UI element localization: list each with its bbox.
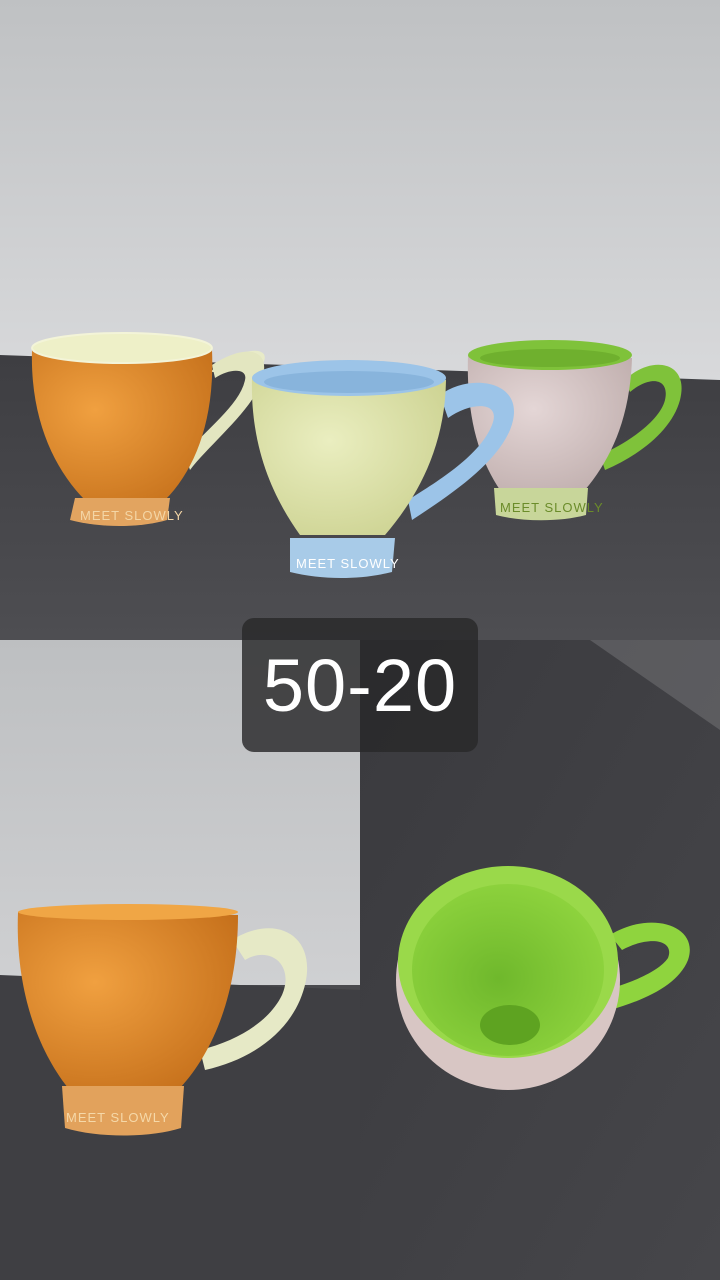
- wall: [0, 0, 720, 380]
- price-label: 50-20: [262, 643, 458, 727]
- orange-mug-base-text: MEET SLOWLY: [80, 508, 184, 523]
- yellow-mug-base-text: MEET SLOWLY: [296, 556, 400, 571]
- price-badge: 50-20: [242, 618, 478, 752]
- pink-mug-base-text: MEET SLOWLY: [500, 500, 604, 515]
- photo-three-mugs: MEET SLOWLY MEET SLOWLY MEET SLOWLY: [0, 0, 720, 640]
- three-mugs-image: MEET SLOWLY MEET SLOWLY MEET SLOWLY: [0, 0, 720, 640]
- orange-closeup-base-text: MEET SLOWLY: [66, 1110, 170, 1125]
